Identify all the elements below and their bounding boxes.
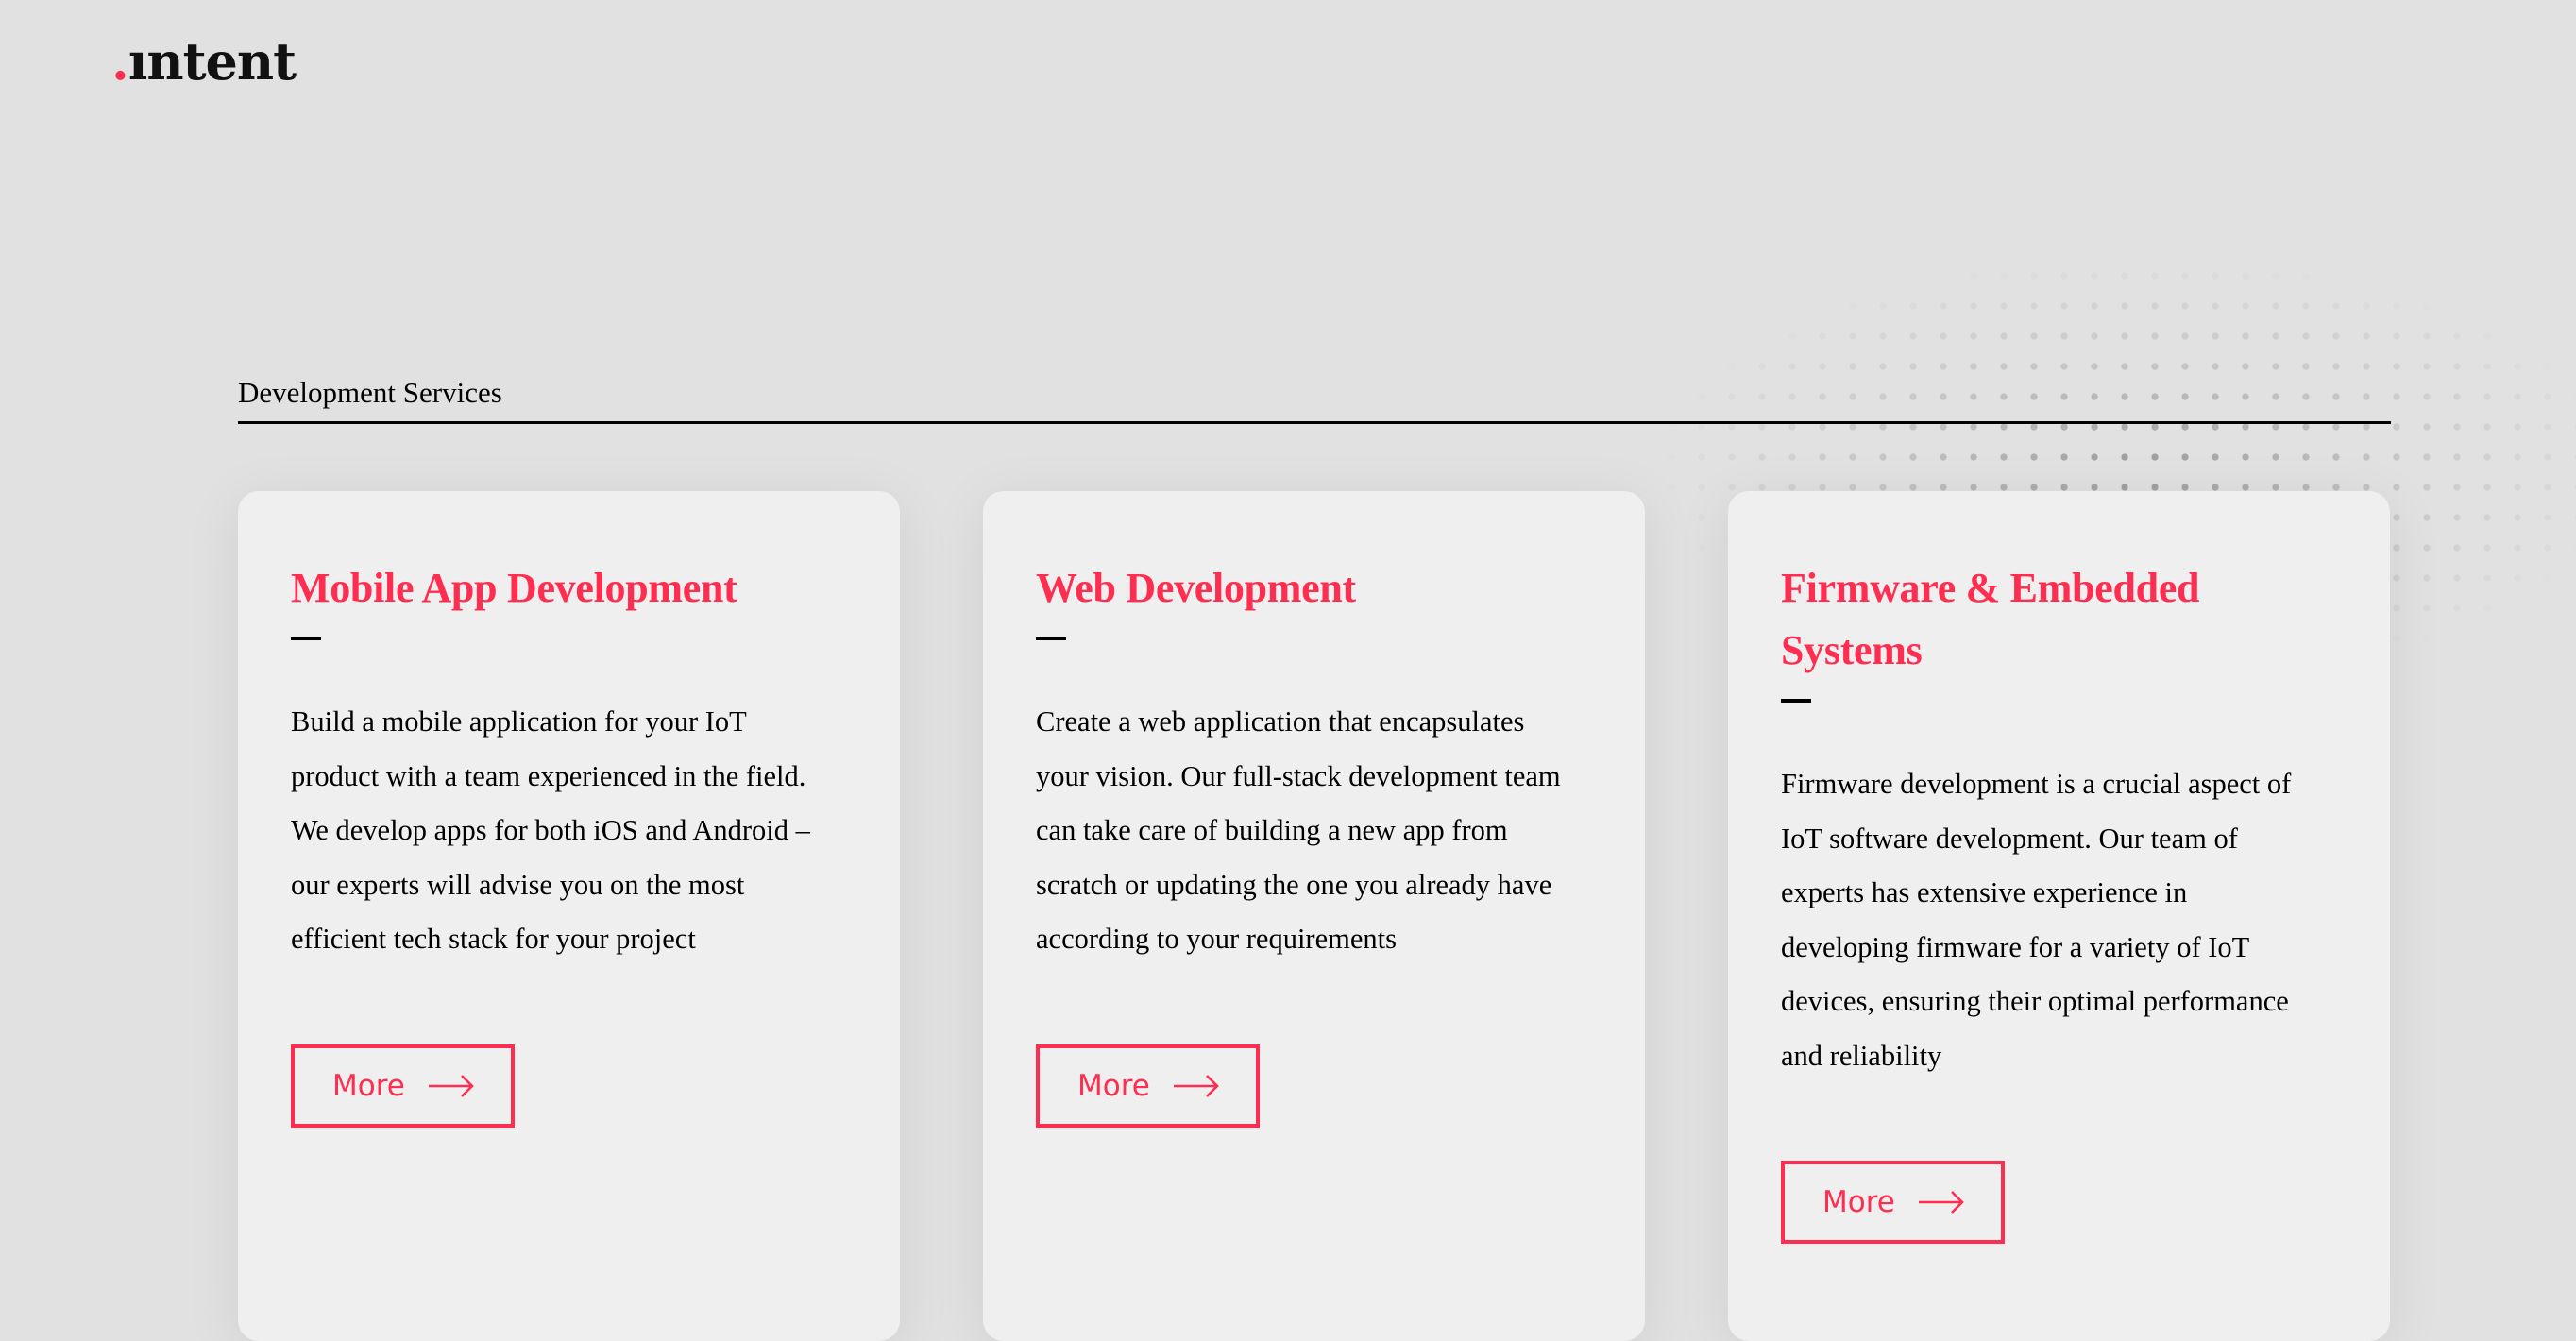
logo-dot: . [111, 31, 129, 92]
card-title: Web Development [1036, 565, 1356, 611]
logo-text: ıntent [127, 31, 297, 92]
more-button-label: More [332, 1068, 405, 1103]
title-dash-divider [1036, 637, 1066, 640]
card-title: Firmware & Embedded Systems [1781, 565, 2200, 673]
arrow-right-icon [428, 1074, 474, 1097]
card-description: Create a web application that encapsulat… [1036, 705, 1561, 955]
card-description: Firmware development is a crucial aspect… [1781, 768, 2292, 1072]
more-button[interactable]: More [1781, 1161, 2005, 1244]
arrow-right-icon [1918, 1191, 1964, 1214]
more-button-label: More [1077, 1068, 1150, 1103]
service-card-mobile: Mobile App Development Build a mobile ap… [238, 491, 900, 1341]
arrow-right-icon [1173, 1074, 1219, 1097]
services-cards: Mobile App Development Build a mobile ap… [238, 491, 2391, 1341]
title-dash-divider [1781, 699, 1811, 703]
service-card-web: Web Development Create a web application… [983, 491, 1645, 1341]
service-card-firmware: Firmware & Embedded Systems Firmware dev… [1728, 491, 2390, 1341]
more-button[interactable]: More [1036, 1044, 1260, 1128]
title-dash-divider [291, 637, 321, 640]
more-button[interactable]: More [291, 1044, 515, 1128]
more-button-label: More [1822, 1185, 1895, 1219]
card-description: Build a mobile application for your IoT … [291, 705, 810, 955]
section-header: Development Services [238, 374, 2391, 424]
section-title: Development Services [238, 376, 502, 409]
intent-logo[interactable]: .ıntent [111, 36, 297, 87]
card-title: Mobile App Development [291, 565, 737, 611]
